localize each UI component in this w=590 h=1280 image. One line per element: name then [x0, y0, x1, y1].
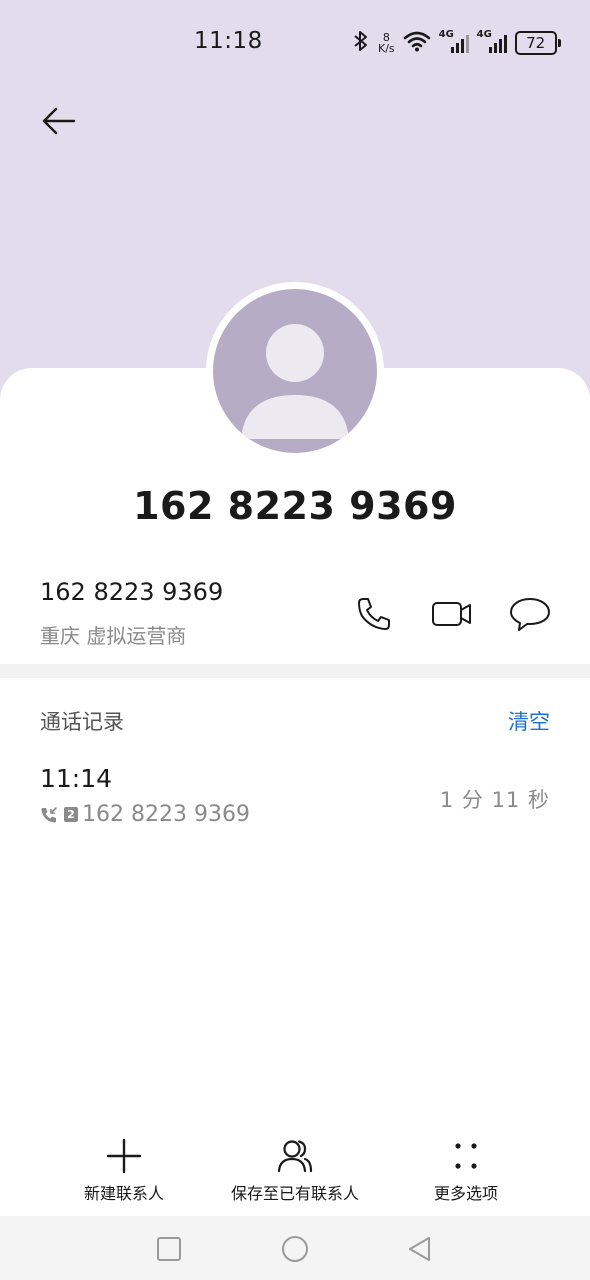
circle-icon	[282, 1236, 308, 1262]
incoming-call-icon	[41, 806, 57, 822]
person-silhouette-icon	[241, 324, 349, 439]
message-button[interactable]	[508, 592, 552, 636]
page-title-number: 162 8223 9369	[133, 484, 457, 528]
call-button[interactable]	[352, 592, 396, 636]
new-contact-button[interactable]: 新建联系人	[64, 1136, 184, 1204]
more-options-label: 更多选项	[433, 1184, 498, 1203]
home-button[interactable]	[280, 1234, 310, 1264]
chat-bubble-icon	[510, 598, 550, 631]
system-navigation-bar	[0, 1216, 590, 1280]
more-dots-icon	[455, 1143, 477, 1169]
call-log-time: 11:14	[40, 764, 113, 793]
contact-location: 重庆 虚拟运营商	[40, 624, 187, 648]
call-log-number: 162 8223 9369	[82, 802, 250, 827]
video-camera-icon	[432, 602, 471, 626]
call-log-duration: 1 分 11 秒	[439, 788, 550, 812]
system-back-button[interactable]	[404, 1234, 434, 1264]
plus-icon	[106, 1138, 142, 1174]
bluetooth-icon	[352, 29, 370, 57]
call-log-title: 通话记录	[40, 710, 124, 734]
call-log-detail: 2 162 8223 9369	[40, 802, 250, 827]
status-icons: 8 K/s 4G 4G 72	[352, 28, 565, 58]
contact-number: 162 8223 9369	[40, 578, 224, 606]
recent-apps-button[interactable]	[154, 1234, 184, 1264]
network-speed: 8 K/s	[378, 32, 395, 54]
status-bar: 11:18 8 K/s 4G 4G 72	[0, 22, 590, 66]
phone-icon	[358, 598, 390, 630]
square-icon	[157, 1237, 181, 1261]
network-1-type: 4G	[438, 29, 454, 40]
signal-1-icon: 4G	[438, 29, 469, 55]
wifi-icon	[403, 30, 431, 56]
avatar	[213, 289, 377, 453]
save-to-existing-contact-label: 保存至已有联系人	[230, 1184, 359, 1203]
clear-call-log-button[interactable]: 清空	[508, 706, 550, 736]
signal-2-icon: 4G	[476, 29, 507, 55]
save-to-existing-contact-button[interactable]: 保存至已有联系人	[216, 1136, 374, 1204]
speed-unit: K/s	[378, 42, 395, 55]
network-2-type: 4G	[476, 29, 492, 40]
battery-indicator: 72	[514, 31, 561, 55]
new-contact-label: 新建联系人	[83, 1184, 164, 1203]
triangle-back-icon	[409, 1237, 430, 1261]
status-time: 11:18	[194, 28, 263, 54]
back-button[interactable]	[38, 100, 80, 142]
person-icon	[277, 1140, 313, 1173]
contact-detail-screen: 11:18 8 K/s 4G 4G 72 162 8223 9369 162 8…	[0, 0, 590, 1280]
video-call-button[interactable]	[430, 592, 474, 636]
section-divider	[0, 664, 590, 678]
more-options-button[interactable]: 更多选项	[406, 1136, 526, 1204]
back-arrow-icon	[42, 107, 76, 135]
sim-badge: 2	[64, 807, 78, 822]
